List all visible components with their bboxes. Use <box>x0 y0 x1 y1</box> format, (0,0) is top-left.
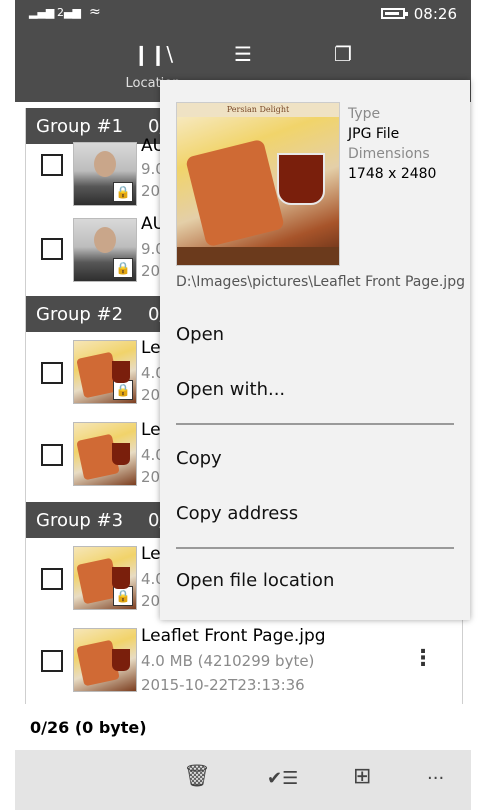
file-date: 2015-10-22T23:13:36 <box>141 676 305 694</box>
more-options-icon[interactable]: ⋮ <box>412 646 434 671</box>
file-date: 20 <box>141 182 161 200</box>
select-checkbox[interactable] <box>41 650 63 672</box>
file-name: Le <box>141 420 161 440</box>
group-title: Group #3 <box>36 510 124 531</box>
file-name: Le <box>141 338 161 358</box>
context-menu: Persian Delight Type JPG File Dimensions… <box>160 80 470 620</box>
menu-divider <box>176 423 454 425</box>
app-bar: 🗑 ✔☰ ⊞ ··· <box>15 750 471 810</box>
menu-item-copy[interactable]: Copy <box>176 448 222 469</box>
dimensions-value: 1748 x 2480 <box>348 166 437 182</box>
lock-icon: 🔒 <box>113 586 133 606</box>
lock-icon: 🔒 <box>113 258 133 278</box>
menu-item-open-with[interactable]: Open with... <box>176 379 285 400</box>
signal-icon: ▂▄▆ <box>29 6 55 19</box>
menu-item-copy-address[interactable]: Copy address <box>176 503 298 524</box>
group-title: Group #2 <box>36 304 124 325</box>
file-name: Leaflet Front Page.jpg <box>141 626 326 646</box>
battery-icon <box>381 8 408 19</box>
thumbnail: 🔒 <box>73 142 137 206</box>
grid-view-icon[interactable]: ⊞ <box>353 764 371 789</box>
menu-divider <box>176 547 454 549</box>
select-checkbox[interactable] <box>41 362 63 384</box>
selection-summary: 0/26 (0 byte) <box>30 718 147 737</box>
more-icon[interactable]: ··· <box>427 768 444 789</box>
list-icon: ☰ <box>234 42 252 66</box>
lock-icon: 🔒 <box>113 182 133 202</box>
thumbnail: 🔒 <box>73 546 137 610</box>
file-date: 20 <box>141 262 161 280</box>
select-checkbox[interactable] <box>41 238 63 260</box>
menu-item-open-file-location[interactable]: Open file location <box>176 570 334 591</box>
thumbnail <box>73 422 137 486</box>
lock-icon: 🔒 <box>113 380 133 400</box>
file-size: 4.0 MB (4210299 byte) <box>141 652 315 670</box>
select-checkbox[interactable] <box>41 154 63 176</box>
thumbnail <box>73 628 137 692</box>
file-name: Le <box>141 544 161 564</box>
dimensions-label: Dimensions <box>348 146 430 162</box>
delete-icon[interactable]: 🗑 <box>183 764 211 789</box>
preview-banner-text: Persian Delight <box>177 103 339 117</box>
preview-image: Persian Delight <box>176 102 340 266</box>
wifi-icon: ≈ <box>89 4 101 20</box>
menu-item-open[interactable]: Open <box>176 324 224 345</box>
file-path: D:\Images\pictures\Leaflet Front Page.jp… <box>176 274 465 290</box>
type-value: JPG File <box>348 126 400 142</box>
status-bar: ▂▄▆ 2▄▆ ≈ 08:26 <box>15 0 471 28</box>
file-date: 20 <box>141 468 161 486</box>
thumbnail: 🔒 <box>73 340 137 404</box>
list-item[interactable]: Leaflet Front Page.jpg 4.0 MB (4210299 b… <box>26 622 462 706</box>
clock: 08:26 <box>413 5 457 23</box>
library-icon: ❙❙\ <box>132 42 174 66</box>
select-checkbox[interactable] <box>41 568 63 590</box>
file-date: 20 <box>141 592 161 610</box>
file-date: 20 <box>141 386 161 404</box>
select-checkbox[interactable] <box>41 444 63 466</box>
copy-icon: ❐ <box>334 42 352 66</box>
select-all-icon[interactable]: ✔☰ <box>267 768 298 789</box>
thumbnail: 🔒 <box>73 218 137 282</box>
group-title: Group #1 <box>36 116 124 137</box>
type-label: Type <box>348 106 381 122</box>
signal-sim2-icon: 2▄▆ <box>57 6 81 19</box>
